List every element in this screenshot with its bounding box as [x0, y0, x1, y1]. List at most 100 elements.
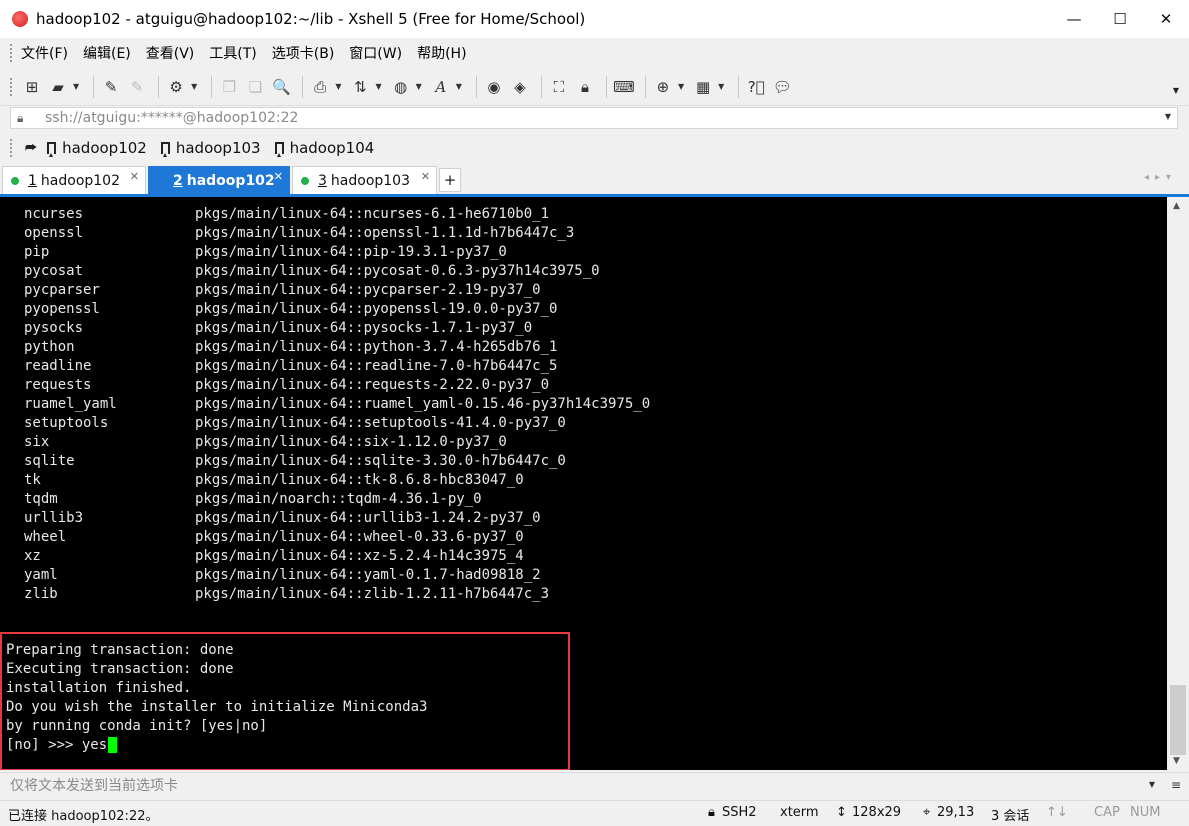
find-icon[interactable]: 🔍 [270, 76, 292, 98]
globe-icon[interactable]: ◍ [390, 76, 412, 98]
scrollbar-thumb[interactable] [1170, 685, 1186, 755]
toolbar-separator [475, 75, 477, 98]
menu-window[interactable]: 窗口(W) [349, 43, 402, 63]
xmanager-icon[interactable]: ◈ [509, 76, 531, 98]
layout-dropdown-icon[interactable]: ▼ [718, 82, 724, 91]
terminal[interactable]: ncurses pkgs/main/linux-64::ncurses-6.1-h… [0, 197, 1167, 770]
xftp-icon[interactable]: ◉ [483, 76, 505, 98]
add-tab-button[interactable]: + [439, 168, 461, 192]
scroll-up-icon[interactable]: ▲ [1173, 201, 1180, 211]
session-nav-icon[interactable]: ↑↓ [1046, 805, 1068, 820]
package-row: ruamel_yaml pkgs/main/linux-64::ruamel_ya… [24, 394, 650, 413]
menu-file[interactable]: 文件(F) [21, 43, 68, 63]
links-bar: ⮫ hadoop102 hadoop103 hadoop104 [0, 133, 1189, 163]
help-icon[interactable]: ?⃝ [745, 76, 767, 98]
add-link-icon[interactable]: ⮫ [25, 141, 37, 156]
package-name: wheel [24, 528, 67, 545]
package-row: zlib pkgs/main/linux-64::zlib-1.2.11-h7b6… [24, 584, 650, 603]
compose-menu-icon[interactable]: ≡ [1171, 778, 1181, 792]
prompt-line: [no] >>> yes [6, 735, 427, 754]
paste-icon[interactable]: ❏ [244, 76, 266, 98]
link-label: hadoop102 [62, 139, 147, 157]
connected-dot-icon [301, 176, 309, 185]
link-hadoop102[interactable]: hadoop102 [47, 139, 147, 157]
disconnect-icon[interactable]: ✎ [126, 76, 148, 98]
address-bar[interactable]: 🔒︎ ssh://atguigu:******@hadoop102:22 ▼ [10, 107, 1178, 129]
package-source: pkgs/main/linux-64::sqlite-3.30.0-h7b644… [195, 452, 566, 469]
transfer-dropdown-icon[interactable]: ▼ [375, 82, 381, 91]
package-source: pkgs/main/linux-64::pycosat-0.6.3-py37h1… [195, 262, 600, 279]
keyboard-icon[interactable]: ⌨ [613, 76, 635, 98]
menubar-grip [10, 44, 13, 62]
prompt-text: [no] >>> [6, 736, 82, 753]
menu-tab[interactable]: 选项卡(B) [272, 43, 335, 63]
toolbar-separator [605, 75, 607, 98]
tab-scroll-arrows-icon[interactable]: ◂▸▾ [1144, 172, 1177, 183]
package-row: wheel pkgs/main/linux-64::wheel-0.33.6-py… [24, 527, 650, 546]
status-num: NUM [1130, 805, 1161, 820]
font-dropdown-icon[interactable]: ▼ [456, 82, 462, 91]
print-dropdown-icon[interactable]: ▼ [335, 82, 341, 91]
package-name: six [24, 433, 50, 450]
font-icon[interactable]: A [430, 76, 452, 98]
close-button[interactable]: ✕ [1143, 0, 1189, 38]
link-hadoop103[interactable]: hadoop103 [160, 139, 261, 157]
package-source: pkgs/main/linux-64::yaml-0.1.7-had09818_… [195, 566, 541, 583]
status-bar: 已连接 hadoop102:22。 🔒︎ SSH2 xterm ↕ 128x29… [0, 800, 1189, 826]
tab-number: 2 [173, 172, 183, 189]
properties-dropdown-icon[interactable]: ▼ [191, 82, 197, 91]
status-size-icon: ↕ [836, 805, 847, 820]
transfer-icon[interactable]: ⇅ [349, 76, 371, 98]
tab-3[interactable]: 3 hadoop103 ✕ [292, 166, 437, 194]
address-dropdown-icon[interactable]: ▼ [1165, 112, 1171, 121]
fullscreen-icon[interactable]: ⛶ [548, 76, 570, 98]
print-icon[interactable]: ⎙ [309, 76, 331, 98]
new-session-icon[interactable]: ⊞ [21, 76, 43, 98]
scroll-down-icon[interactable]: ▼ [1173, 756, 1180, 766]
menu-view[interactable]: 查看(V) [146, 43, 195, 63]
title-bar: hadoop102 - atguigu@hadoop102:~/lib - Xs… [0, 0, 1189, 38]
link-label: hadoop103 [175, 139, 261, 157]
compose-bar: 仅将文本发送到当前选项卡 ▼ ≡ [0, 772, 1189, 797]
package-row: openssl pkgs/main/linux-64::openssl-1.1.1… [24, 223, 650, 242]
tab-label: hadoop102 [40, 172, 120, 189]
new-tab-dropdown-icon[interactable]: ▼ [678, 82, 684, 91]
package-source: pkgs/main/linux-64::zlib-1.2.11-h7b6447c… [195, 585, 550, 602]
package-name: sqlite [24, 452, 75, 469]
tab-close-icon[interactable]: ✕ [274, 170, 283, 183]
package-source: pkgs/main/linux-64::pyopenssl-19.0.0-py3… [195, 300, 558, 317]
tab-2[interactable]: 2 hadoop102 ✕ [148, 166, 290, 194]
toolbar-separator [211, 75, 213, 98]
chat-icon[interactable]: 💬︎ [771, 76, 793, 98]
globe-dropdown-icon[interactable]: ▼ [416, 82, 422, 91]
copy-icon[interactable]: ❐ [218, 76, 240, 98]
minimize-button[interactable]: — [1051, 0, 1097, 38]
properties-icon[interactable]: ⚙ [165, 76, 187, 98]
menu-edit[interactable]: 编辑(E) [83, 43, 131, 63]
package-name: readline [24, 357, 92, 374]
tab-close-icon[interactable]: ✕ [421, 170, 430, 183]
lock-icon[interactable]: 🔒︎ [574, 76, 596, 98]
output-line: Preparing transaction: done [6, 641, 234, 658]
tab-close-icon[interactable]: ✕ [130, 170, 139, 183]
tab-1[interactable]: 1 hadoop102 ✕ [2, 166, 146, 194]
maximize-button[interactable]: ☐ [1097, 0, 1143, 38]
layout-icon[interactable]: ▦ [692, 76, 714, 98]
toolbar-overflow-icon[interactable]: ▼ [1173, 86, 1179, 95]
address-input[interactable]: ssh://atguigu:******@hadoop102:22 [45, 110, 298, 126]
new-tab-icon[interactable]: ⊕ [652, 76, 674, 98]
connect-icon[interactable]: ✎ [100, 76, 122, 98]
link-hadoop104[interactable]: hadoop104 [274, 139, 374, 157]
compose-dropdown-icon[interactable]: ▼ [1149, 780, 1155, 789]
package-source: pkgs/main/linux-64::tk-8.6.8-hbc83047_0 [195, 471, 524, 488]
open-dropdown-icon[interactable]: ▼ [73, 82, 79, 91]
menu-help[interactable]: 帮助(H) [417, 43, 466, 63]
menu-tools[interactable]: 工具(T) [209, 43, 256, 63]
terminal-scrollbar[interactable]: ▲ ▼ [1167, 197, 1189, 770]
compose-input[interactable]: 仅将文本发送到当前选项卡 [10, 775, 178, 795]
package-row: pyopenssl pkgs/main/linux-64::pyopenssl-1… [24, 299, 650, 318]
package-source: pkgs/main/linux-64::requests-2.22.0-py37… [195, 376, 550, 393]
status-caps: CAP [1094, 805, 1120, 820]
open-folder-icon[interactable]: ▰ [47, 76, 69, 98]
package-list: ncurses pkgs/main/linux-64::ncurses-6.1-h… [24, 204, 650, 603]
